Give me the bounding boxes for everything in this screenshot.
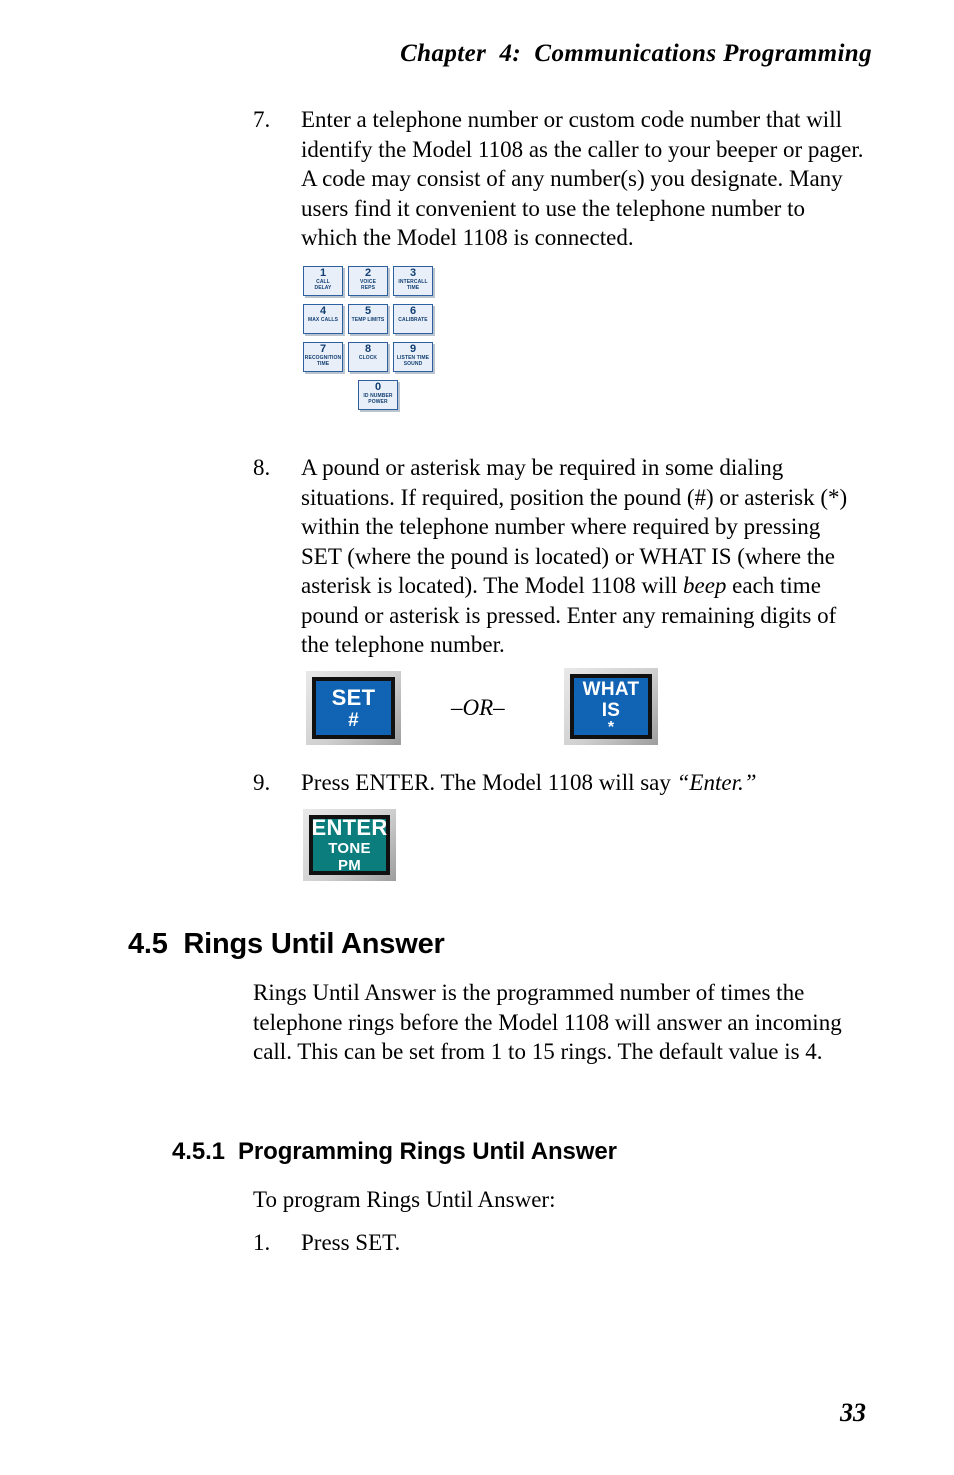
key-digit: 9 [409, 343, 417, 355]
or-separator-label: –OR– [451, 695, 505, 720]
set-button-graphic: SET # [306, 671, 401, 745]
set-button-sublabel-pound: # [348, 709, 359, 731]
key-sublabel-line1: MAX CALLS [307, 317, 339, 323]
keypad-key-6: 6 CALIBRATE [393, 304, 433, 334]
key-digit: 5 [364, 305, 372, 317]
step-text: Enter a telephone number or custom code … [301, 107, 864, 250]
keypad-key-9: 9 LISTEN TIME SOUND [393, 342, 433, 372]
set-button-label: SET [331, 684, 376, 710]
step-text-emphasis: beep [682, 573, 727, 598]
what-is-button-face: WHAT IS * [570, 674, 652, 739]
enter-button-graphic: ENTER TONE PM [303, 809, 396, 881]
what-is-button-label-line2: IS [601, 699, 621, 721]
list-item-step-1: 1. Press SET. [253, 1228, 873, 1258]
list-item-step-8: 8. A pound or asterisk may be required i… [253, 453, 873, 660]
keypad-key-7: 7 RECOGNITION TIME [303, 342, 343, 372]
step-number: 9. [253, 770, 271, 795]
step-number: 8. [253, 455, 271, 480]
section-heading-4-5-1: 4.5.1 Programming Rings Until Answer [172, 1138, 617, 1165]
key-sublabel-line2: POWER [368, 399, 388, 406]
key-sublabel-line2: REPS [360, 285, 376, 292]
key-sublabel-line1: TEMP LIMITS [351, 317, 385, 323]
keypad-row: 7 RECOGNITION TIME 8 CLOCK 9 LISTEN TIME… [303, 342, 453, 372]
keypad-row: 0 ID NUMBER POWER [303, 380, 453, 410]
step-text: Press SET. [301, 1230, 401, 1255]
step-text-part1: Press ENTER. The Model 1108 will say [301, 770, 677, 795]
step-number: 1. [253, 1230, 271, 1255]
key-sublabel-line2: SOUND [403, 361, 423, 368]
keypad-row: 4 MAX CALLS 5 TEMP LIMITS 6 CALIBRATE [303, 304, 453, 334]
key-digit: 2 [364, 267, 372, 279]
keypad-key-8: 8 CLOCK [348, 342, 388, 372]
page-number: 33 [840, 1398, 866, 1427]
key-sublabel-line1: CALIBRATE [398, 317, 428, 323]
what-is-button-graphic: WHAT IS * [564, 668, 658, 745]
key-digit: 1 [319, 267, 327, 279]
enter-button-sublabel-pm: PM [337, 857, 362, 874]
key-sublabel-line2: TIME [316, 361, 330, 368]
list-item-step-7: 7. Enter a telephone number or custom co… [253, 105, 873, 253]
step-text-emphasis: “Enter.” [676, 770, 757, 795]
keypad-key-4: 4 MAX CALLS [303, 304, 343, 334]
keypad-key-0: 0 ID NUMBER POWER [358, 380, 398, 410]
keypad-key-1: 1 CALL DELAY [303, 266, 343, 296]
keypad-key-2: 2 VOICE REPS [348, 266, 388, 296]
enter-button-sublabel-tone: TONE [328, 840, 371, 857]
enter-button-label: ENTER [311, 815, 388, 840]
key-digit: 4 [319, 305, 327, 317]
key-sublabel-line2: DELAY [314, 285, 332, 292]
what-is-button-label-line1: WHAT [582, 678, 640, 700]
key-digit: 3 [409, 267, 417, 279]
section-body-4-5: Rings Until Answer is the programmed num… [253, 980, 842, 1064]
step-text: Press ENTER. The Model 1108 will say “En… [301, 768, 866, 798]
document-page: Chapter 4: Communications Programming 7.… [0, 0, 954, 1475]
step-number: 7. [253, 107, 271, 132]
key-digit: 7 [319, 343, 327, 355]
key-digit: 0 [374, 381, 382, 393]
section-intro-4-5-1: To program Rings Until Answer: [253, 1187, 556, 1212]
enter-button-face: ENTER TONE PM [309, 815, 390, 875]
set-button-face: SET # [312, 677, 395, 739]
key-sublabel-line1: CLOCK [358, 355, 378, 361]
key-digit: 8 [364, 343, 372, 355]
keypad-row: 1 CALL DELAY 2 VOICE REPS 3 INTERCALL TI… [303, 266, 453, 296]
keypad-key-5: 5 TEMP LIMITS [348, 304, 388, 334]
key-digit: 6 [409, 305, 417, 317]
keypad-key-3: 3 INTERCALL TIME [393, 266, 433, 296]
what-is-button-sublabel-asterisk: * [607, 718, 615, 736]
section-heading-4-5: 4.5 Rings Until Answer [128, 928, 445, 960]
keypad-diagram: 1 CALL DELAY 2 VOICE REPS 3 INTERCALL TI… [303, 266, 453, 418]
running-head: Chapter 4: Communications Programming [400, 40, 872, 67]
step-text: A pound or asterisk may be required in s… [301, 453, 866, 660]
list-item-step-9: 9. Press ENTER. The Model 1108 will say … [253, 768, 873, 798]
key-sublabel-line2: TIME [406, 285, 420, 292]
